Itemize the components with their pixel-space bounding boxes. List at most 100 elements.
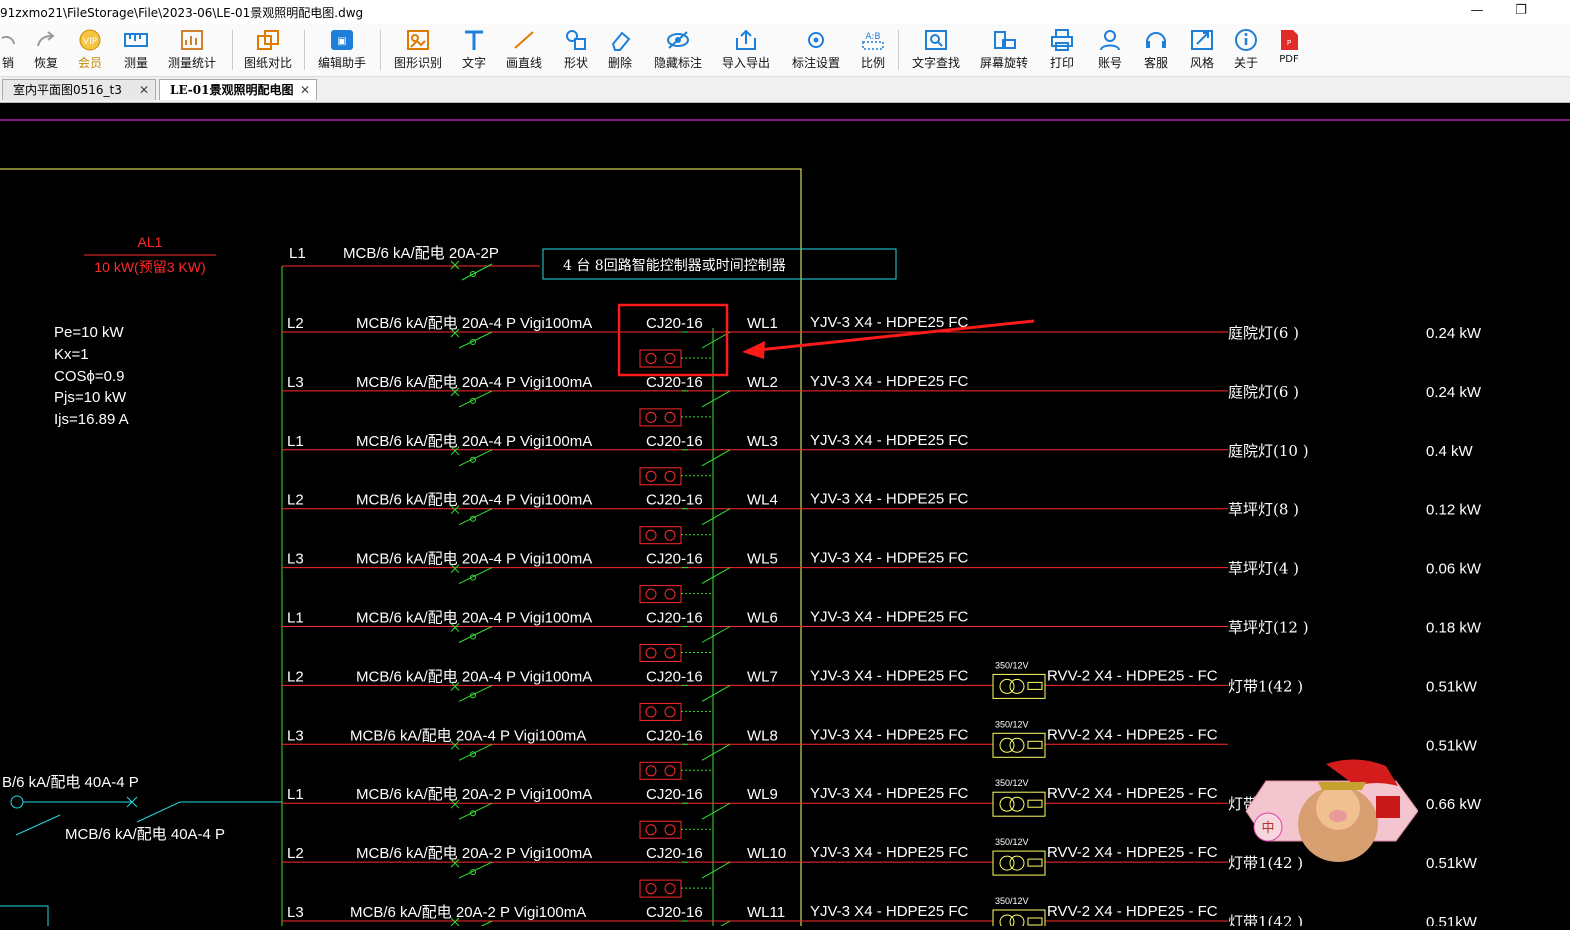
draw-line-button[interactable]: 画直线 — [502, 26, 546, 74]
annotation-settings-button[interactable]: 标注设置 — [786, 26, 846, 74]
print-button[interactable]: 打印 — [1044, 26, 1080, 74]
minimize-button[interactable]: — — [1454, 0, 1500, 24]
account-icon — [1100, 30, 1120, 51]
secondary-cable-spec: RVV-2 X4 - HDPE25 - FC — [1047, 844, 1218, 861]
text-icon — [465, 30, 483, 50]
shape-recognition-button[interactable]: 图形识别 — [390, 26, 446, 74]
load-power: 0.51kW — [1426, 914, 1478, 926]
breaker-symbol — [450, 260, 493, 281]
close-icon[interactable]: ✕ — [139, 80, 149, 101]
vip-button[interactable]: VIP 会员 — [70, 26, 110, 74]
secondary-cable-spec: RVV-2 X4 - HDPE25 - FC — [1047, 903, 1218, 920]
contactor-coil-circle — [645, 353, 657, 364]
tab-label: 室内平面图0516_t3 — [13, 83, 122, 97]
mascot-icon: 中 — [1245, 759, 1419, 862]
wl-label: WL5 — [747, 551, 778, 568]
restore-button[interactable]: ❐ — [1498, 0, 1544, 24]
delete-button[interactable]: 删除 — [602, 26, 638, 74]
screen-rotate-button[interactable]: 屏幕旋转 — [976, 26, 1032, 74]
shape-button[interactable]: 形状 — [556, 26, 596, 74]
measure-button[interactable]: 测量 — [116, 26, 156, 74]
measure-stats-button[interactable]: 测量统计 — [164, 26, 220, 74]
cable-spec: YJV-3 X4 - HDPE25 FC — [810, 314, 969, 331]
breaker-contact-symbol — [472, 920, 493, 930]
contactor-switch — [701, 684, 731, 702]
support-button[interactable]: 客服 — [1138, 26, 1174, 74]
load-label: 庭院灯(6 ) — [1228, 324, 1299, 342]
scale-icon: A:B — [862, 32, 884, 50]
scale-button[interactable]: A:B 比例 — [856, 26, 890, 74]
contactor-coil-circle — [664, 529, 676, 541]
circuit-breaker: MCB/6 kA/配电 20A-4 P Vigi100mA — [356, 492, 592, 509]
contactor-label: CJ20-16 — [646, 668, 703, 685]
style-button[interactable]: 风格 — [1184, 26, 1220, 74]
account-button[interactable]: 账号 — [1092, 26, 1128, 74]
pdf-button[interactable]: P PDF — [1272, 26, 1306, 74]
wl-label: WL7 — [747, 668, 778, 685]
param-kx: Kx=1 — [54, 346, 89, 363]
transformer-coil — [1009, 678, 1025, 694]
contactor-coil-circle — [645, 588, 657, 600]
svg-text:A:B: A:B — [865, 32, 880, 42]
param-cos: COSϕ=0.9 — [54, 368, 125, 385]
toolbar-separator — [380, 30, 381, 70]
circuit-phase: L2 — [287, 845, 304, 862]
tab-interior-plan[interactable]: 室内平面图0516_t3 ✕ — [2, 79, 156, 100]
panel-frame — [0, 168, 802, 926]
circuit-breaker: MCB/6 kA/配电 20A-4 P Vigi100mA — [356, 610, 592, 627]
breaker-contact-symbol — [458, 331, 493, 349]
undo-button[interactable]: 销 — [0, 26, 16, 74]
circuit-phase: L3 — [287, 374, 304, 391]
compare-button[interactable]: 图纸对比 — [240, 26, 296, 74]
load-power: 0.51kW — [1426, 678, 1478, 695]
contactor-coil-circle — [664, 588, 676, 600]
edit-helper-button[interactable]: ▣ 编辑助手 — [314, 26, 370, 74]
rotate-icon — [994, 31, 1016, 49]
circuit-phase: L1 — [289, 245, 306, 262]
cable-spec: YJV-3 X4 - HDPE25 FC — [810, 785, 969, 802]
main-toolbar: 销 恢复 VIP 会员 测量 测量统计 图纸对比 ▣ 编辑助手 图形识别 文字 … — [0, 24, 1570, 77]
panel-power: 10 kW(预留3 KW) — [94, 259, 205, 275]
hide-annotation-button[interactable]: 隐藏标注 — [650, 26, 706, 74]
transformer-coil — [1009, 796, 1025, 812]
support-icon — [1146, 32, 1166, 48]
edit-helper-icon: ▣ — [331, 30, 353, 50]
circuit-breaker: MCB/6 kA/配电 20A-2P — [343, 245, 499, 262]
shape-icon — [566, 30, 586, 50]
callout-text: 4 台 8回路智能控制器或时间控制器 — [563, 258, 786, 274]
annotation-settings-icon — [808, 32, 824, 48]
text-button[interactable]: 文字 — [456, 26, 492, 74]
document-tabs: 室内平面图0516_t3 ✕ LE-01景观照明配电图 ✕ — [0, 77, 1570, 103]
circuit-breaker: MCB/6 kA/配电 20A-2 P Vigi100mA — [356, 845, 592, 862]
transformer-label: 350/12V — [995, 896, 1029, 906]
svg-text:▣: ▣ — [337, 36, 346, 47]
circuit-phase: L3 — [287, 727, 304, 744]
text-search-button[interactable]: 文字查找 — [908, 26, 964, 74]
circuit-phase: L2 — [287, 668, 304, 685]
close-icon[interactable]: ✕ — [300, 80, 310, 101]
load-label: 草坪灯(4 ) — [1228, 560, 1299, 578]
contactor-switch — [701, 390, 731, 408]
param-pjs: Pjs=10 kW — [54, 389, 127, 406]
contactor-label: CJ20-16 — [646, 315, 703, 332]
eraser-icon — [611, 31, 631, 51]
contactor-coil-circle — [664, 883, 676, 895]
wl-label: WL2 — [747, 374, 778, 391]
load-power: 0.51kW — [1426, 855, 1478, 872]
contactor-label: CJ20-16 — [646, 374, 703, 391]
circuit-phase: L2 — [287, 315, 304, 332]
redo-button[interactable]: 恢复 — [26, 26, 66, 74]
drawing-canvas[interactable]: AL1 10 kW(预留3 KW) Pe=10 kW Kx=1 COSϕ=0.9… — [0, 103, 1570, 930]
contactor-coil-circle — [645, 529, 657, 541]
tab-lighting-diagram[interactable]: LE-01景观照明配电图 ✕ — [159, 79, 317, 100]
breaker-contact-symbol — [458, 449, 493, 467]
contactor-coil-circle — [664, 470, 676, 482]
svg-text:VIP: VIP — [83, 37, 98, 47]
line-icon — [514, 31, 534, 49]
about-button[interactable]: 关于 — [1228, 26, 1264, 74]
import-export-button[interactable]: 导入导出 — [718, 26, 774, 74]
circuit-breaker: MCB/6 kA/配电 20A-4 P Vigi100mA — [350, 727, 586, 744]
transformer-label: 350/12V — [995, 719, 1029, 729]
floating-mascot-widget[interactable]: 中 — [1226, 756, 1419, 871]
cable-spec: YJV-3 X4 - HDPE25 FC — [810, 903, 969, 920]
